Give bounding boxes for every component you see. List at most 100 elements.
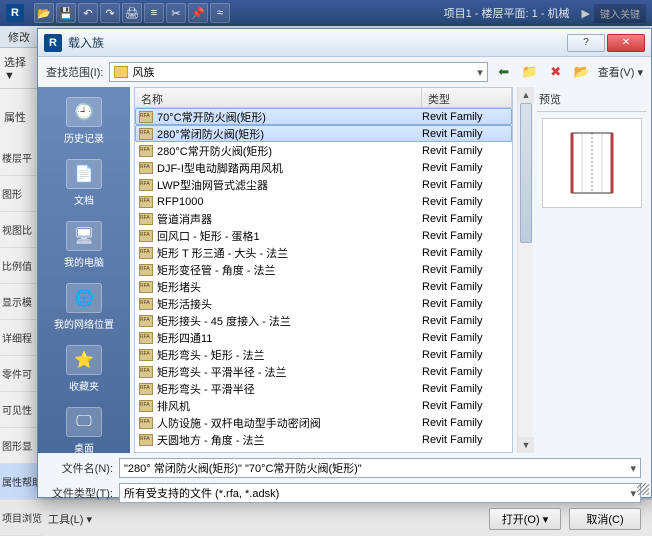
- filename-dropdown-icon[interactable]: ▾: [630, 462, 636, 475]
- chevron-down-icon[interactable]: ▾: [477, 66, 483, 79]
- place-desktop[interactable]: 🖵桌面: [44, 403, 124, 453]
- scroll-down-icon[interactable]: ▼: [518, 437, 534, 453]
- filetype-input[interactable]: 所有受支持的文件 (*.rfa, *.adsk) ▾: [119, 483, 641, 503]
- rfa-file-icon: [139, 332, 153, 344]
- file-row[interactable]: 280°C常开防火阀(矩形)Revit Family: [135, 142, 512, 159]
- close-button[interactable]: ✕: [607, 34, 645, 52]
- place-computer[interactable]: 🖥我的电脑: [44, 217, 124, 277]
- file-name: 矩形 T 形三通 - 大头 - 法兰: [157, 245, 422, 261]
- rfa-file-icon: [139, 349, 153, 361]
- side-l6: 详细程: [0, 320, 42, 356]
- qat-align-icon[interactable]: ≡: [144, 3, 164, 23]
- open-button[interactable]: 打开(O) ▾: [489, 508, 561, 530]
- rfa-file-icon: [139, 247, 153, 259]
- file-row[interactable]: 矩形堵头Revit Family: [135, 278, 512, 295]
- scroll-thumb[interactable]: [520, 103, 532, 243]
- file-row[interactable]: 人防设施 - 双杆电动型手动密闭阀Revit Family: [135, 414, 512, 431]
- qat-pin-icon[interactable]: 📌: [188, 3, 208, 23]
- qat-redo-icon[interactable]: ↷: [100, 3, 120, 23]
- file-row[interactable]: 矩形变径管 - 角度 - 法兰Revit Family: [135, 261, 512, 278]
- file-row[interactable]: 天圆地方 - 角度 - 法兰Revit Family: [135, 431, 512, 448]
- new-folder-icon[interactable]: 📂: [572, 62, 592, 82]
- col-type[interactable]: 类型: [422, 88, 512, 107]
- qat-undo-icon[interactable]: ↶: [78, 3, 98, 23]
- folder-path-combo[interactable]: 风族 ▾: [109, 62, 487, 82]
- file-type: Revit Family: [422, 196, 508, 208]
- list-rows: 70°C常开防火阀(矩形)Revit Family280°常闭防火阀(矩形)Re…: [135, 108, 512, 452]
- rfa-file-icon: [139, 281, 153, 293]
- file-type: Revit Family: [422, 281, 508, 293]
- file-row[interactable]: 70°C常开防火阀(矩形)Revit Family: [135, 108, 512, 125]
- view-menu[interactable]: 查看(V) ▾: [598, 64, 643, 80]
- file-name: 人防设施 - 双杆电动型手动密闭阀: [157, 415, 422, 431]
- qat-save-icon[interactable]: 💾: [56, 3, 76, 23]
- file-row[interactable]: 管道消声器Revit Family: [135, 210, 512, 227]
- dialog-toolbar: 查找范围(I): 风族 ▾ ⬅ 📁 ✖ 📂 查看(V) ▾: [38, 57, 651, 87]
- side-l5: 显示模: [0, 284, 42, 320]
- rfa-file-icon: [139, 400, 153, 412]
- rfa-file-icon: [139, 315, 153, 327]
- places-bar: 🕘历史记录 📄文档 🖥我的电脑 🌐我的网络位置 ⭐收藏夹 🖵桌面 📁Metric…: [38, 87, 130, 453]
- computer-icon: 🖥: [66, 221, 102, 251]
- cancel-button[interactable]: 取消(C): [569, 508, 641, 530]
- file-row[interactable]: DJF-I型电动脚踏两用风机Revit Family: [135, 159, 512, 176]
- search-hint[interactable]: 键入关键: [594, 4, 646, 23]
- place-documents[interactable]: 📄文档: [44, 155, 124, 215]
- side-l7: 零件可: [0, 356, 42, 392]
- file-type: Revit Family: [422, 332, 508, 344]
- place-history[interactable]: 🕘历史记录: [44, 93, 124, 153]
- scrollbar-vertical[interactable]: ▲ ▼: [517, 87, 533, 453]
- col-name[interactable]: 名称: [135, 88, 422, 107]
- file-name: 排风机: [157, 398, 422, 414]
- resize-grip[interactable]: [637, 483, 649, 495]
- qat-cut-icon[interactable]: ✂: [166, 3, 186, 23]
- file-row[interactable]: 矩形 T 形三通 - 大头 - 法兰Revit Family: [135, 244, 512, 261]
- select-dropdown[interactable]: 选择 ▼: [0, 48, 39, 88]
- filetype-dropdown-icon[interactable]: ▾: [630, 487, 636, 500]
- file-row[interactable]: 280°常闭防火阀(矩形)Revit Family: [135, 125, 512, 142]
- file-row[interactable]: 矩形弯头 - 平滑半径Revit Family: [135, 380, 512, 397]
- dialog-titlebar: R 载入族 ? ✕: [38, 29, 651, 57]
- load-family-dialog: R 载入族 ? ✕ 查找范围(I): 风族 ▾ ⬅ 📁 ✖ 📂 查看(V) ▾ …: [37, 28, 652, 498]
- file-name: 矩形弯头 - 矩形 - 法兰: [157, 347, 422, 363]
- preview-pane: 预览: [533, 87, 651, 453]
- folder-name: 风族: [132, 64, 154, 80]
- file-name: 70°C常开防火阀(矩形): [157, 109, 422, 125]
- file-row[interactable]: RFP1000Revit Family: [135, 193, 512, 210]
- back-icon[interactable]: ⬅: [494, 62, 514, 82]
- file-row[interactable]: 矩形接头 - 45 度接入 - 法兰Revit Family: [135, 312, 512, 329]
- side-l10[interactable]: 属性帮助: [0, 464, 42, 500]
- tools-menu[interactable]: 工具(L) ▾: [48, 511, 92, 527]
- file-name: 管道消声器: [157, 211, 422, 227]
- file-row[interactable]: 排风机Revit Family: [135, 397, 512, 414]
- file-row[interactable]: 矩形弯头 - 平滑半径 - 法兰Revit Family: [135, 363, 512, 380]
- side-l4: 比例值: [0, 248, 42, 284]
- scroll-up-icon[interactable]: ▲: [518, 87, 534, 103]
- rfa-file-icon: [139, 230, 153, 242]
- file-type: Revit Family: [422, 383, 508, 395]
- qat-match-icon[interactable]: ≈: [210, 3, 230, 23]
- file-row[interactable]: 回风口 - 矩形 - 蛋格1Revit Family: [135, 227, 512, 244]
- network-icon: 🌐: [66, 283, 102, 313]
- side-l2: 图形: [0, 176, 42, 212]
- file-row[interactable]: LWP型油网管式滤尘器Revit Family: [135, 176, 512, 193]
- place-favorites[interactable]: ⭐收藏夹: [44, 341, 124, 401]
- dialog-title: 载入族: [68, 34, 565, 51]
- side-l8: 可见性: [0, 392, 42, 428]
- qat-open-icon[interactable]: 📂: [34, 3, 54, 23]
- file-row[interactable]: 矩形活接头Revit Family: [135, 295, 512, 312]
- qat-print-icon[interactable]: 🖨: [122, 3, 142, 23]
- file-name: 280°C常开防火阀(矩形): [157, 143, 422, 159]
- documents-icon: 📄: [66, 159, 102, 189]
- preview-image: [542, 118, 642, 208]
- file-type: Revit Family: [422, 434, 508, 446]
- delete-icon[interactable]: ✖: [546, 62, 566, 82]
- help-button[interactable]: ?: [567, 34, 605, 52]
- place-network[interactable]: 🌐我的网络位置: [44, 279, 124, 339]
- file-row[interactable]: 矩形四通11Revit Family: [135, 329, 512, 346]
- up-folder-icon[interactable]: 📁: [520, 62, 540, 82]
- file-row[interactable]: 矩形弯头 - 矩形 - 法兰Revit Family: [135, 346, 512, 363]
- rfa-file-icon: [139, 111, 153, 123]
- file-type: Revit Family: [422, 179, 508, 191]
- filename-input[interactable]: "280° 常闭防火阀(矩形)" "70°C常开防火阀(矩形)" ▾: [119, 458, 641, 478]
